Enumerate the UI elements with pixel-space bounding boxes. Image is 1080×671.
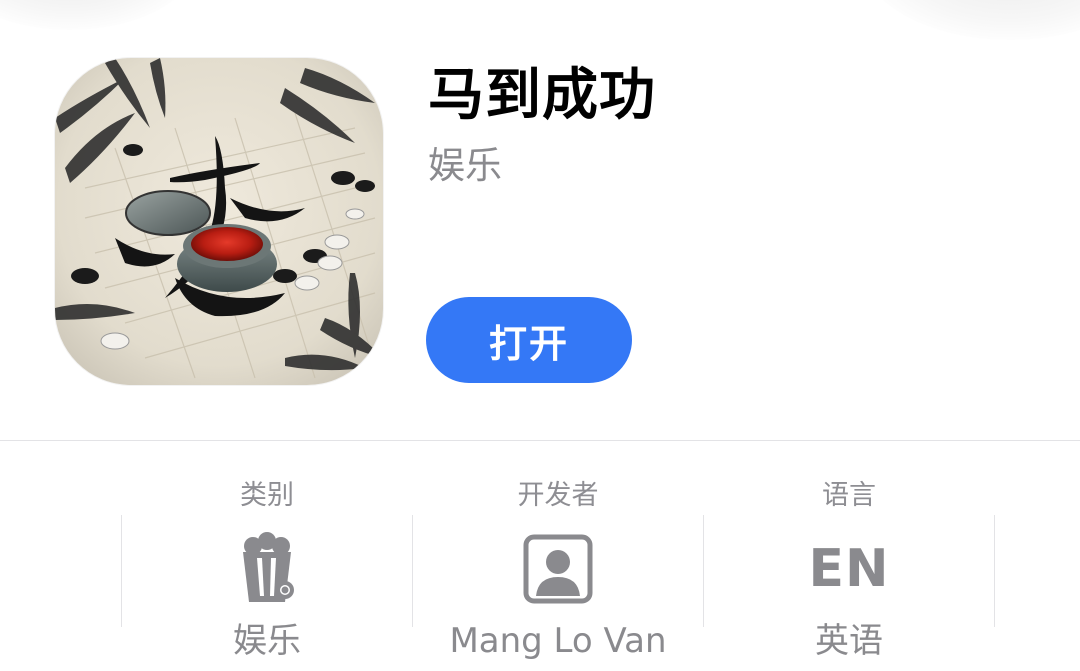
- info-category-label: 类别: [240, 480, 294, 511]
- column-separator: [994, 515, 995, 627]
- info-developer-value: Mang Lo Van: [449, 621, 667, 661]
- info-language: 语言 EN 英语: [704, 470, 994, 671]
- top-shadow-right: [860, 0, 1080, 40]
- person-portrait-icon: [413, 532, 703, 606]
- language-code: EN: [704, 532, 994, 606]
- language-code-text: EN: [808, 539, 890, 599]
- info-developer-label: 开发者: [517, 480, 599, 511]
- info-developer[interactable]: 开发者 Mang Lo Van: [413, 470, 703, 671]
- column-separator: [121, 515, 122, 627]
- info-language-value: 英语: [815, 621, 883, 661]
- info-category: 类别 娱乐: [122, 470, 412, 671]
- info-language-label: 语言: [822, 480, 876, 511]
- info-category-value: 娱乐: [233, 621, 301, 661]
- app-icon: [55, 58, 383, 385]
- app-store-page: 马到成功 娱乐 打开 类别 娱乐 开发者 Mang Lo Van 语言 EN 英…: [0, 0, 1080, 671]
- popcorn-icon: [122, 532, 412, 606]
- section-divider: [0, 440, 1080, 441]
- top-shadow-left: [0, 0, 200, 30]
- app-title: 马到成功: [428, 63, 656, 128]
- app-category-subtitle: 娱乐: [428, 144, 502, 187]
- open-button[interactable]: 打开: [426, 297, 632, 383]
